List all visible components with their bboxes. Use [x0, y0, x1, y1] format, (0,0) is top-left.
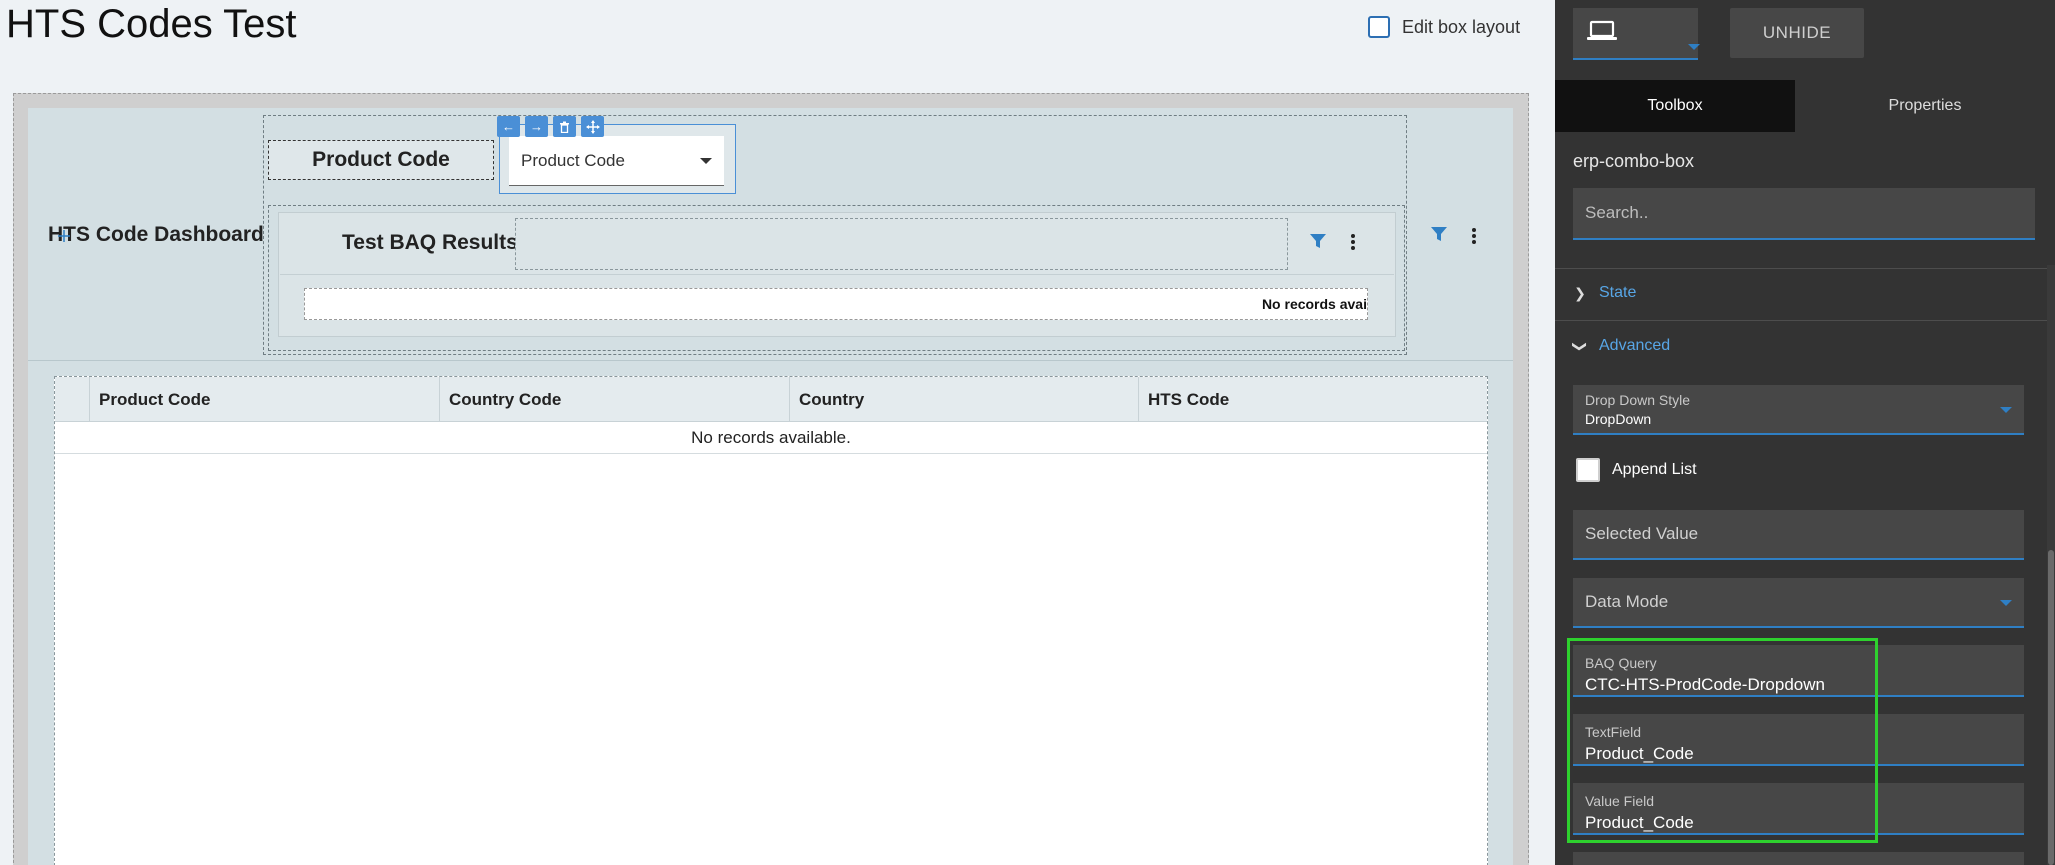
product-code-label[interactable]: Product Code — [268, 140, 494, 180]
caret-down-icon — [2000, 600, 2012, 606]
grid-select-column[interactable] — [55, 377, 89, 422]
trash-icon[interactable] — [553, 116, 576, 137]
dashboard-label[interactable]: HTS Code Dashboard — [48, 223, 264, 247]
edit-box-layout-toggle[interactable]: Edit box layout — [1368, 16, 1520, 38]
product-code-combo[interactable]: Product Code — [509, 136, 724, 186]
section-state-label: State — [1599, 284, 1637, 301]
append-list-label: Append List — [1612, 461, 1697, 478]
grid-column-header[interactable]: HTS Code — [1138, 377, 1487, 422]
designer-side-panel: UNHIDE Toolbox Properties erp-combo-box … — [1555, 0, 2055, 865]
property-search-input[interactable]: Search.. — [1573, 188, 2035, 240]
drop-down-style-label: Drop Down Style — [1585, 392, 1691, 408]
search-placeholder: Search.. — [1585, 203, 1649, 222]
divider — [28, 360, 1513, 361]
baq-results-header-slot[interactable] — [515, 218, 1288, 270]
append-list-checkbox[interactable] — [1576, 458, 1600, 482]
laptop-icon — [1587, 20, 1617, 40]
baq-no-records-text: No records avai — [1261, 296, 1367, 312]
tab-properties[interactable]: Properties — [1795, 80, 2055, 132]
grid-column-header[interactable]: Country Code — [439, 377, 789, 422]
section-advanced-label: Advanced — [1599, 337, 1671, 354]
filter-icon[interactable] — [1310, 233, 1326, 249]
chevron-down-icon: ❯ — [1572, 340, 1589, 352]
divider — [1555, 268, 2055, 269]
next-property-field[interactable] — [1573, 852, 2024, 865]
caret-down-icon — [2000, 407, 2012, 413]
page-title: HTS Codes Test — [6, 2, 297, 46]
move-icon[interactable] — [581, 116, 604, 137]
append-list-toggle[interactable]: Append List — [1576, 458, 1697, 482]
kebab-menu-icon[interactable] — [1350, 233, 1356, 251]
edit-box-layout-label: Edit box layout — [1402, 16, 1521, 37]
chevron-right-icon: ❯ — [1574, 284, 1586, 301]
caret-down-icon — [1688, 44, 1700, 50]
component-name: erp-combo-box — [1573, 151, 1695, 171]
arrow-left-icon[interactable]: ← — [497, 116, 520, 137]
data-mode-select[interactable]: Data Mode — [1573, 578, 2024, 628]
layout-canvas: HTS Codes Test Edit box layout HTS Code … — [0, 0, 1555, 865]
edit-box-layout-checkbox[interactable] — [1368, 16, 1390, 38]
grid-column-header[interactable]: Country — [789, 377, 1138, 422]
component-toolbar: ← → — [497, 116, 604, 137]
selected-value-placeholder: Selected Value — [1585, 524, 1699, 543]
selected-value-input[interactable]: Selected Value — [1573, 510, 2024, 560]
highlight-annotation — [1567, 638, 1878, 843]
drop-down-style-value: DropDown — [1585, 411, 1652, 427]
baq-no-records: No records avai — [304, 288, 1368, 320]
grid-header: Product Code Country Code Country HTS Co… — [55, 377, 1487, 422]
filter-icon[interactable] — [1431, 226, 1447, 242]
baq-results-title: Test BAQ Results — [342, 231, 518, 254]
section-state[interactable]: ❯ State — [1573, 284, 1636, 302]
kebab-menu-icon[interactable] — [1471, 227, 1477, 245]
data-mode-placeholder: Data Mode — [1585, 592, 1669, 611]
divider — [1555, 320, 2055, 321]
caret-down-icon — [700, 158, 712, 164]
panel-scrollbar-thumb[interactable] — [2048, 550, 2054, 865]
cursor-icon — [58, 230, 70, 242]
drop-down-style-select[interactable]: Drop Down Style DropDown — [1573, 385, 2024, 435]
product-code-combo-value: Product Code — [521, 150, 625, 170]
grid-no-records: No records available. — [55, 422, 1487, 454]
section-advanced[interactable]: ❯ Advanced — [1572, 337, 1671, 355]
divider — [280, 274, 1394, 275]
device-select[interactable] — [1573, 8, 1700, 60]
unhide-button[interactable]: UNHIDE — [1730, 8, 1864, 58]
arrow-right-icon[interactable]: → — [525, 116, 548, 137]
tab-toolbox[interactable]: Toolbox — [1555, 80, 1795, 132]
grid-column-header[interactable]: Product Code — [89, 377, 439, 422]
